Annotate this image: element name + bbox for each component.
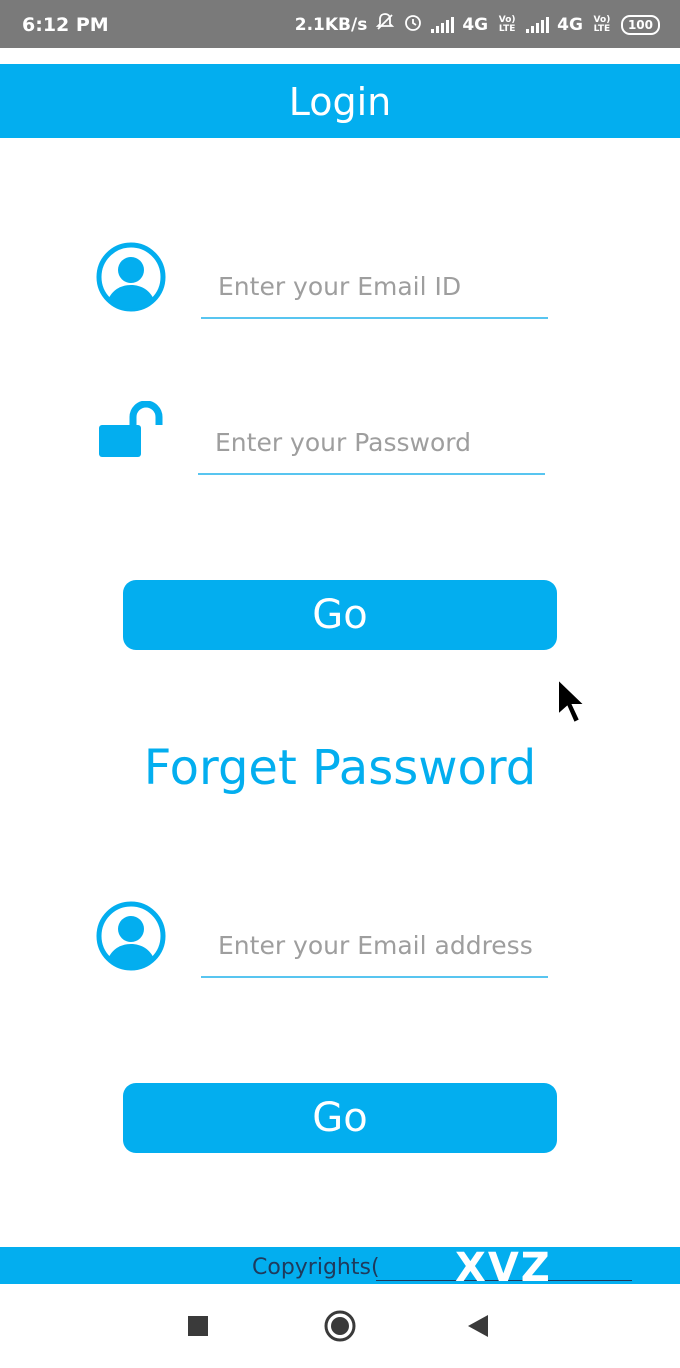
- network-type-1: 4G: [462, 14, 489, 35]
- back-button[interactable]: [438, 1284, 518, 1368]
- back-triangle-icon: [468, 1315, 488, 1337]
- copyright-text: Copyrights(: [252, 1255, 380, 1280]
- status-time: 6:12 PM: [22, 14, 109, 36]
- email-field[interactable]: [201, 256, 548, 319]
- volte-badge-1: Vo) LTE: [498, 14, 516, 34]
- status-bar: 6:12 PM 2.1KB/s 4G Vo) LTE 4G Vo) LTE 10…: [0, 0, 680, 48]
- notifications-off-icon: [375, 12, 395, 37]
- signal-icon: [526, 16, 550, 33]
- recents-button[interactable]: [158, 1284, 238, 1368]
- signal-icon: [431, 16, 455, 33]
- forgot-email-field[interactable]: [201, 915, 548, 978]
- network-type-2: 4G: [557, 14, 583, 35]
- mouse-cursor-icon: [556, 676, 588, 730]
- status-icons: 2.1KB/s 4G Vo) LTE 4G Vo) LTE 100: [295, 12, 660, 37]
- recents-square-icon: [188, 1316, 208, 1336]
- footer: Copyrights( XVZ: [0, 1245, 680, 1291]
- net-speed: 2.1KB/s: [294, 14, 368, 35]
- page-title: Login: [288, 80, 392, 124]
- volte-badge-2: Vo) LTE: [593, 14, 611, 34]
- nav-bar: [0, 1284, 680, 1368]
- user-icon: [96, 242, 166, 317]
- password-field[interactable]: [198, 412, 545, 475]
- unlock-icon: [97, 400, 165, 464]
- alarm-icon: [403, 12, 423, 37]
- user-icon: [96, 901, 166, 976]
- home-circle-icon: [324, 1310, 356, 1342]
- battery-icon: 100: [620, 14, 660, 35]
- login-go-button[interactable]: Go: [123, 580, 557, 650]
- home-button[interactable]: [300, 1284, 380, 1368]
- forgot-password-heading: Forget Password: [143, 740, 537, 796]
- app-bar: Login: [0, 64, 680, 138]
- forgot-go-button[interactable]: Go: [123, 1083, 557, 1153]
